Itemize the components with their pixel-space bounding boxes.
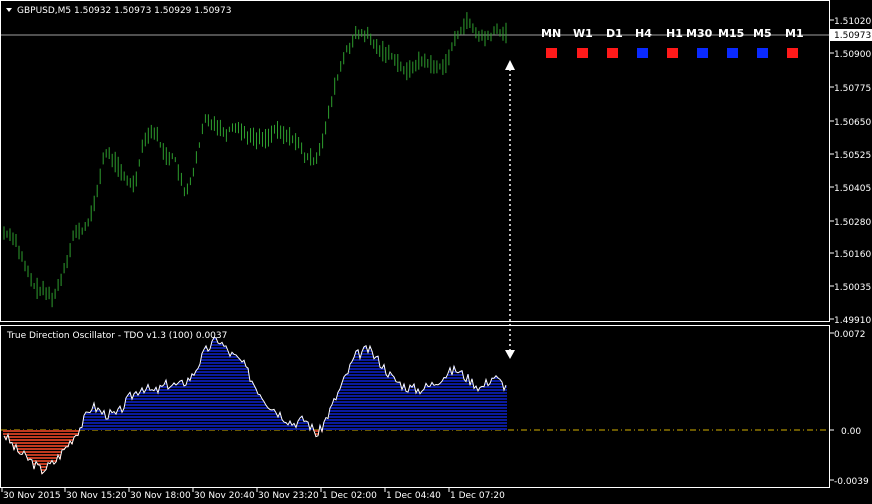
time-tick-label: 1 Dec 02:00 (322, 491, 377, 501)
signal-square-w1 (577, 48, 588, 58)
price-tick-label: 1.50775 (834, 84, 871, 94)
timeframe-label: MN (541, 27, 561, 40)
signal-square-m5 (757, 48, 768, 58)
timeframe-label: M15 (718, 27, 744, 40)
price-candles (3, 12, 507, 308)
timeframe-label: H4 (635, 27, 652, 40)
trading-chart: GBPUSD,M5 1.50932 1.50973 1.50929 1.5097… (0, 0, 872, 501)
timeframe-label: M5 (753, 27, 772, 40)
time-tick-label: 1 Dec 04:40 (386, 491, 441, 501)
time-tick-label: 30 Nov 20:40 (194, 491, 255, 501)
price-tick-label: 1.50525 (834, 151, 871, 161)
indicator-axis: 0.0072 0.00 -0.0039 (829, 330, 869, 487)
indicator-tick-label: 0.0072 (834, 330, 866, 340)
oscillator-histogram (3, 337, 507, 474)
price-axis: 1.51020 1.50900 1.50775 1.50650 1.50525 … (829, 17, 871, 326)
timeframe-label: W1 (573, 27, 593, 40)
time-axis: 30 Nov 2015 30 Nov 15:20 30 Nov 18:00 30… (1, 488, 505, 501)
triangle-down-icon[interactable] (6, 8, 12, 12)
signal-square-h1 (667, 48, 678, 58)
indicator-tick-label: -0.0039 (834, 477, 869, 487)
time-tick-label: 1 Dec 07:20 (450, 491, 505, 501)
price-tick-label: 1.50035 (834, 283, 871, 293)
signal-square-m15 (727, 48, 738, 58)
indicator-title: True Direction Oscillator - TDO v1.3 (10… (6, 331, 227, 341)
current-price-tag: 1.50973 (834, 31, 871, 41)
price-tick-label: 1.50650 (834, 118, 871, 128)
timeframe-label: M30 (686, 27, 713, 40)
timeframe-label: D1 (606, 27, 623, 40)
price-tick-label: 1.50900 (834, 50, 871, 60)
time-tick-label: 30 Nov 2015 (3, 491, 61, 501)
time-tick-label: 30 Nov 15:20 (66, 491, 127, 501)
time-tick-label: 30 Nov 18:00 (130, 491, 191, 501)
price-tick-label: 1.51020 (834, 17, 871, 27)
price-tick-label: 1.49910 (834, 316, 871, 326)
signal-square-h4 (637, 48, 648, 58)
timeframe-label: H1 (666, 27, 683, 40)
signal-square-d1 (607, 48, 618, 58)
timeframe-label: M1 (785, 27, 804, 40)
price-tick-label: 1.50160 (834, 250, 871, 260)
price-tick-label: 1.50280 (834, 218, 871, 228)
time-tick-label: 30 Nov 23:20 (258, 491, 319, 501)
indicator-tick-label: 0.00 (841, 427, 861, 437)
symbol-info: GBPUSD,M5 1.50932 1.50973 1.50929 1.5097… (17, 6, 231, 16)
signal-square-m30 (697, 48, 708, 58)
price-tick-label: 1.50405 (834, 184, 871, 194)
signal-arrow (505, 60, 515, 359)
signal-square-mn (546, 48, 557, 58)
signal-square-m1 (787, 48, 798, 58)
timeframe-signal-panel: MN W1 D1 H4 H1 M30 M15 M5 M1 (541, 27, 804, 58)
